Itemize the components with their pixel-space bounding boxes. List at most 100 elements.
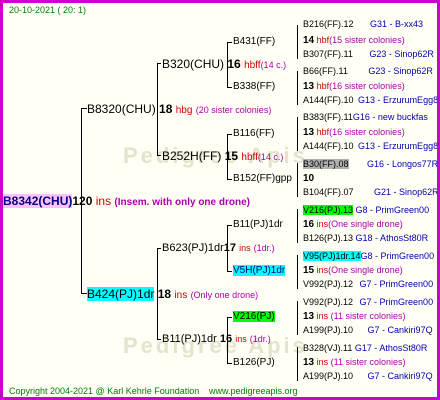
gen4-id[interactable]: V216(PJ).13 xyxy=(303,205,354,215)
gen4-line[interactable]: B216(FF).12 G31 - B-xx43 xyxy=(303,20,423,29)
gen2-entry[interactable]: B623(PJ)1dr17 ins (1dr.) xyxy=(162,243,275,254)
gen4-line[interactable]: A199(PJ).10 G7 - Cankiri97Q xyxy=(303,326,433,335)
gen2-note: (1dr.) xyxy=(249,334,271,344)
gen1-note: (Only one drone) xyxy=(190,290,259,300)
gen1-entry[interactable]: B8320(CHU) 18 hbg (20 sister colonies) xyxy=(87,103,271,116)
gen3-id[interactable]: V216(PJ) xyxy=(233,311,275,322)
root-entry[interactable]: B8342(CHU)120 ins (Insem. with only one … xyxy=(3,194,250,208)
gen2-abbr: hbff xyxy=(241,152,258,163)
connector xyxy=(297,71,298,105)
connector xyxy=(297,117,298,151)
gen3-id[interactable]: B338(FF) xyxy=(233,82,275,92)
gen4-ref: G23 - Sinop62R xyxy=(369,49,434,59)
gen4-id[interactable]: V992(PJ).12 xyxy=(303,297,353,307)
gen4-num: 13 xyxy=(303,81,315,92)
gen4-abbr: ins xyxy=(316,357,329,367)
gen4-note: (One single drone) xyxy=(328,265,403,275)
gen4-id[interactable]: A144(FF).10 xyxy=(303,95,354,105)
gen4-line[interactable]: B66(FF).11 G23 - Sinop62R xyxy=(303,67,433,76)
gen4-abbr: hbf xyxy=(316,35,330,45)
gen4-line[interactable]: A199(PJ).10 G7 - Cankiri97Q xyxy=(303,372,433,381)
gen2-abbr: hbff xyxy=(244,60,261,71)
gen4-ref: G13 - ErzurumEgg8 xyxy=(358,95,439,105)
gen4-line[interactable]: V216(PJ).13 G8 - PrimGreen00 xyxy=(303,205,430,215)
gen2-id[interactable]: B252H(FF) xyxy=(162,149,221,163)
gen4-id[interactable]: A144(FF).10 xyxy=(303,141,354,151)
gen4-note: (16 sister colonies) xyxy=(329,81,405,91)
gen3-id[interactable]: V5H(PJ)1dr xyxy=(233,265,286,276)
gen4-line[interactable]: B307(FF).11 G23 - Sinop62R xyxy=(303,50,434,59)
gen4-id[interactable]: B66(FF).11 xyxy=(303,66,348,76)
gen4-abbr: ins xyxy=(316,219,329,229)
gen3-id-label: V216(PJ) xyxy=(233,311,275,322)
header-date: 20-10-2021 ( 20: 1) xyxy=(9,5,87,15)
gen4-num: 16 xyxy=(303,219,315,230)
gen4-abbr: hbf xyxy=(316,81,330,91)
gen1-note: (20 sister colonies) xyxy=(195,105,272,115)
gen4-mid: 16 ins(One single drone) xyxy=(303,220,403,230)
gen4-id[interactable]: B307(FF).11 xyxy=(303,49,353,59)
gen2-note: (1dr.) xyxy=(253,243,275,253)
gen1-num: 18 xyxy=(159,102,173,116)
gen4-id[interactable]: V992(PJ).12 xyxy=(303,279,353,289)
gen4-ref: G23 - Sinop62R xyxy=(368,66,433,76)
gen4-id[interactable]: B328(VJ).11 xyxy=(303,343,352,353)
gen4-id[interactable]: B104(FF).07 xyxy=(303,187,354,197)
gen2-entry[interactable]: B11(PJ)1dr 16 ins (1dr.) xyxy=(162,334,271,345)
gen4-mid: 15 ins(One single drone) xyxy=(303,266,403,276)
gen4-id[interactable]: V95(PJ)1dr.14 xyxy=(303,251,361,261)
gen4-mid: 13 ins (11 sister colonies) xyxy=(303,358,406,368)
gen4-id[interactable]: B216(FF).12 xyxy=(303,19,354,29)
gen4-id[interactable]: A199(PJ).10 xyxy=(303,325,353,335)
gen4-line[interactable]: B328(VJ).11 G17 - AthosSt80R xyxy=(303,344,427,353)
gen3-id[interactable]: B152(FF)gpp xyxy=(233,174,292,184)
root-id[interactable]: B8342(CHU) xyxy=(3,194,73,208)
footer-copyright: Copyright 2004-2021 @ Karl Kehrle Founda… xyxy=(9,386,200,396)
connector xyxy=(157,339,161,340)
gen1-id[interactable]: B8320(CHU) xyxy=(87,102,156,116)
gen4-line[interactable]: V992(PJ).12 G7 - PrimGreen00 xyxy=(303,298,433,307)
gen4-mid: 13 ins (11 sister colonies) xyxy=(303,312,406,322)
gen4-mid: 10 xyxy=(303,174,314,184)
gen4-id[interactable]: B383(FF).11 xyxy=(303,112,353,122)
gen2-entry[interactable]: B320(CHU) 16 hbff(14 c.) xyxy=(162,58,286,71)
connector xyxy=(227,225,232,226)
gen3-id[interactable]: B126(PJ) xyxy=(233,358,275,368)
gen4-line[interactable]: V992(PJ).12 G7 - PrimGreen00 xyxy=(303,280,433,289)
gen4-ref: G7 - PrimGreen00 xyxy=(359,279,434,289)
gen2-id[interactable]: B623(PJ)1dr xyxy=(162,242,224,254)
gen3-id[interactable]: B431(FF) xyxy=(233,37,275,47)
gen4-id[interactable]: B126(PJ).13 xyxy=(303,233,353,243)
gen4-note: (15 sister colonies) xyxy=(329,35,405,45)
gen4-line[interactable]: V95(PJ)1dr.14G8 - PrimGreen00 xyxy=(303,251,434,261)
gen4-line[interactable]: B30(FF).08 G16 - Longos77R xyxy=(303,159,439,169)
gen4-line[interactable]: A144(FF).10 G13 - ErzurumEgg8 xyxy=(303,141,437,151)
connector xyxy=(227,134,232,135)
gen4-id[interactable]: A199(PJ).10 xyxy=(303,371,353,381)
footer-site-link[interactable]: www.pedigreeapis.org xyxy=(209,387,298,396)
gen1-abbr: hbg xyxy=(175,105,193,116)
gen4-note: (One single drone) xyxy=(328,219,403,229)
gen2-id[interactable]: B320(CHU) xyxy=(162,57,224,71)
gen4-mid: 13 hbf(16 sister colonies) xyxy=(303,82,405,92)
gen2-entry[interactable]: B252H(FF) 15 hbff(14 c.) xyxy=(162,150,283,163)
gen2-id[interactable]: B11(PJ)1dr xyxy=(162,333,217,345)
gen3-id[interactable]: B116(FF) xyxy=(233,129,275,139)
gen1-abbr: ins xyxy=(174,290,188,301)
gen4-ref: G8 - PrimGreen00 xyxy=(355,205,430,215)
connector xyxy=(297,209,298,243)
gen2-num: 16 xyxy=(219,333,233,345)
gen1-id[interactable]: B424(PJ)1dr xyxy=(87,287,155,301)
gen2-note: (14 c.) xyxy=(257,152,284,162)
gen3-id[interactable]: B11(PJ)1dr xyxy=(233,220,283,230)
gen4-line[interactable]: B126(PJ).13 G18 - AthosSt80R xyxy=(303,234,428,243)
gen4-num: 13 xyxy=(303,357,315,368)
gen4-ref: G16 - Longos77R xyxy=(367,159,439,169)
gen4-line[interactable]: B104(FF).07 G21 - Sinop62R xyxy=(303,187,437,197)
gen4-id[interactable]: B30(FF).08 xyxy=(303,159,349,169)
gen1-entry[interactable]: B424(PJ)1dr 18 ins (Only one drone) xyxy=(87,287,259,301)
gen4-line[interactable]: B383(FF).11G16 - new buckfas xyxy=(303,113,428,122)
gen4-num: 10 xyxy=(303,173,315,184)
gen4-line[interactable]: A144(FF).10 G13 - ErzurumEgg8 xyxy=(303,95,439,105)
gen4-num: 13 xyxy=(303,127,315,138)
